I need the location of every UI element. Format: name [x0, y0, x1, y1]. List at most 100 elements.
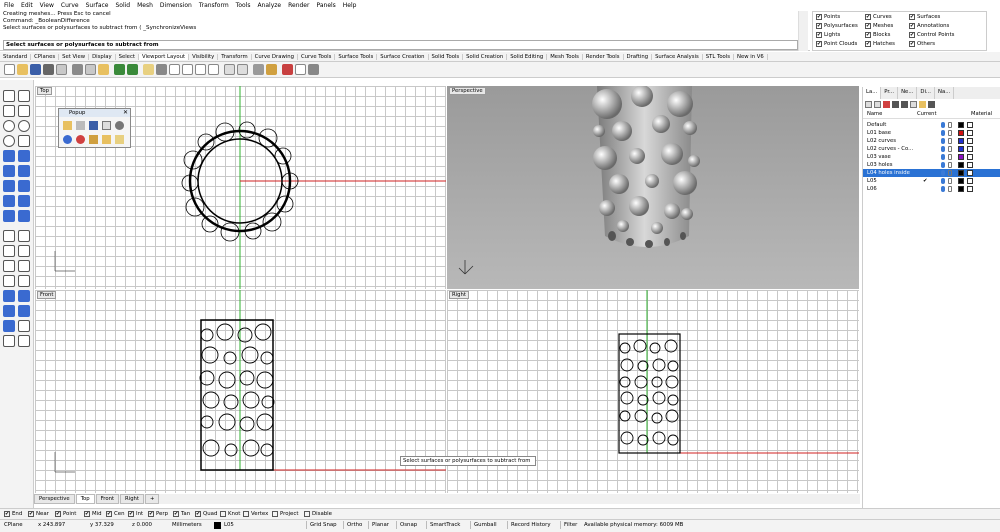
- circle-icon[interactable]: [3, 120, 15, 132]
- viewport-tab[interactable]: Front: [95, 494, 120, 504]
- toolbar-tab[interactable]: Set View: [59, 53, 90, 60]
- osnap-perp[interactable]: ✔ Perp: [148, 511, 168, 517]
- layer-color-swatch[interactable]: [958, 154, 964, 160]
- new-layer-icon[interactable]: [865, 101, 872, 108]
- close-icon[interactable]: ✕: [123, 109, 128, 117]
- polyline-icon[interactable]: [18, 90, 30, 102]
- viewport-tab-active[interactable]: Top: [75, 494, 95, 504]
- layer-row[interactable]: L03 holes: [863, 161, 1000, 169]
- layer-row[interactable]: L06: [863, 185, 1000, 193]
- popup-title[interactable]: Popup ✕: [59, 109, 130, 117]
- rotate-icon[interactable]: [3, 305, 15, 317]
- filter-surfaces[interactable]: ✔ Surfaces: [909, 14, 940, 20]
- lock-icon[interactable]: [948, 154, 952, 160]
- offset-icon[interactable]: [18, 150, 30, 162]
- panel-tab-display[interactable]: Di...: [917, 87, 935, 99]
- menu-surface[interactable]: Surface: [86, 2, 109, 9]
- layer-row[interactable]: L02 curves - Co...: [863, 145, 1000, 153]
- menu-help[interactable]: Help: [343, 2, 357, 9]
- menu-panels[interactable]: Panels: [316, 2, 335, 9]
- rotate-view-icon[interactable]: [156, 64, 167, 75]
- mesh-box-icon[interactable]: [18, 210, 30, 222]
- cut-icon[interactable]: [72, 64, 83, 75]
- toolbar-tab[interactable]: Standard: [0, 53, 32, 60]
- layer-color-swatch[interactable]: [958, 138, 964, 144]
- status-pane-gumball[interactable]: Gumball: [470, 521, 500, 529]
- status-pane-ortho[interactable]: Ortho: [343, 521, 365, 529]
- arc-icon[interactable]: [18, 120, 30, 132]
- menu-tools[interactable]: Tools: [236, 2, 251, 9]
- panel-tab-3[interactable]: Ne...: [898, 87, 918, 99]
- edit-icon[interactable]: [102, 135, 111, 144]
- viewport-front[interactable]: Front: [35, 290, 446, 493]
- join-icon[interactable]: [3, 275, 15, 287]
- osnap-project[interactable]: Project: [272, 511, 298, 517]
- new-file-icon[interactable]: [4, 64, 15, 75]
- polygon-icon[interactable]: [3, 150, 15, 162]
- toolbar-tab[interactable]: Solid Creation: [463, 53, 508, 60]
- new-sublayer-icon[interactable]: [874, 101, 881, 108]
- maximize-view-icon[interactable]: [237, 64, 248, 75]
- layer-material-swatch[interactable]: [967, 130, 973, 136]
- interpolate-curve-icon[interactable]: [18, 105, 30, 117]
- sphere-icon[interactable]: [18, 180, 30, 192]
- status-pane-record-history[interactable]: Record History: [507, 521, 554, 529]
- delete-layer-icon[interactable]: [883, 101, 890, 108]
- lock-icon[interactable]: [948, 186, 952, 192]
- layer-material-swatch[interactable]: [967, 178, 973, 184]
- filter-others[interactable]: ✔ Others: [909, 41, 935, 47]
- shaded-icon[interactable]: [63, 135, 72, 144]
- filter-polysurfaces[interactable]: ✔ Polysurfaces: [816, 23, 858, 29]
- panel-tab-layers[interactable]: La...: [863, 87, 882, 99]
- lock-icon[interactable]: [948, 130, 952, 136]
- tools-icon[interactable]: [919, 101, 926, 108]
- filter-annotations[interactable]: ✔ Annotations: [909, 23, 949, 29]
- command-history-scrollbar[interactable]: [798, 11, 808, 51]
- layer-color-swatch[interactable]: [958, 130, 964, 136]
- toolbar-tab[interactable]: Curve Tools: [298, 53, 336, 60]
- status-pane-smarttrack[interactable]: SmartTrack: [426, 521, 463, 529]
- layer-row[interactable]: L05 ✔: [863, 177, 1000, 185]
- toolbar-tab[interactable]: Solid Editing: [507, 53, 548, 60]
- zoom-extents-icon[interactable]: [102, 121, 111, 130]
- light-bulb-icon[interactable]: [941, 130, 945, 136]
- menu-edit[interactable]: Edit: [21, 2, 33, 9]
- light-bulb-icon[interactable]: [63, 121, 72, 130]
- surface-icon[interactable]: [3, 165, 15, 177]
- zoom-selected-icon[interactable]: [208, 64, 219, 75]
- viewport-tab[interactable]: Perspective: [34, 494, 75, 504]
- toolbar-tab[interactable]: Drafting: [624, 53, 653, 60]
- toolbar-tab[interactable]: New in V6: [734, 53, 768, 60]
- save-icon[interactable]: [30, 64, 41, 75]
- layer-material-swatch[interactable]: [967, 162, 973, 168]
- layer-color-swatch[interactable]: [958, 186, 964, 192]
- analyze-icon[interactable]: [18, 335, 30, 347]
- filter-control-points[interactable]: ✔ Control Points: [909, 32, 954, 38]
- toolbar-tab[interactable]: Render Tools: [583, 53, 624, 60]
- explode-icon[interactable]: [18, 275, 30, 287]
- viewport-perspective[interactable]: Perspective: [447, 86, 859, 289]
- layer-material-swatch[interactable]: [967, 146, 973, 152]
- light-bulb-icon[interactable]: [941, 138, 945, 144]
- dimension-icon[interactable]: [3, 230, 15, 242]
- osnap-end[interactable]: ✔ End: [4, 511, 22, 517]
- ellipse-icon[interactable]: [3, 135, 15, 147]
- toolbar-tab[interactable]: Mesh Tools: [547, 53, 583, 60]
- osnap-int[interactable]: ✔ Int: [128, 511, 143, 517]
- viewport-title-top[interactable]: Top: [37, 87, 52, 95]
- layer-row[interactable]: L03 vase: [863, 153, 1000, 161]
- filter-meshes[interactable]: ✔ Meshes: [865, 23, 893, 29]
- menu-render[interactable]: Render: [288, 2, 309, 9]
- split-icon[interactable]: [18, 260, 30, 272]
- mirror-icon[interactable]: [3, 320, 15, 332]
- toolbar-tab[interactable]: CPlanes: [31, 53, 60, 60]
- import-icon[interactable]: [56, 64, 67, 75]
- zoom-icon[interactable]: [169, 64, 180, 75]
- viewport-title-perspective[interactable]: Perspective: [449, 87, 486, 95]
- menu-view[interactable]: View: [40, 2, 54, 9]
- layer-color-swatch[interactable]: [214, 522, 221, 529]
- rendered-display-icon[interactable]: [266, 64, 277, 75]
- menu-mesh[interactable]: Mesh: [137, 2, 153, 9]
- zoom-extents-icon[interactable]: [195, 64, 206, 75]
- paste-icon[interactable]: [98, 64, 109, 75]
